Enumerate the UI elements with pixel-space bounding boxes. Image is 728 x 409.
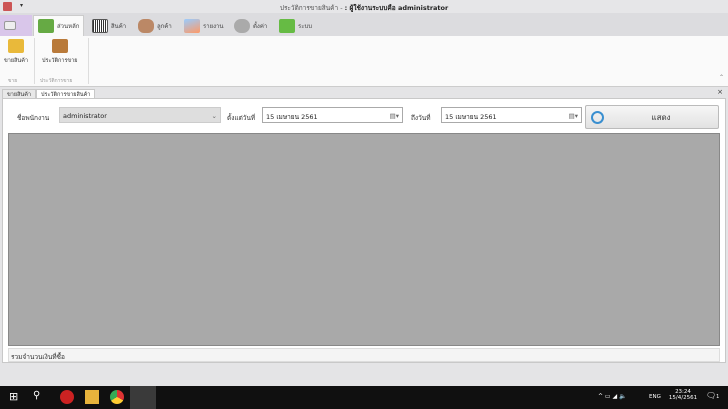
search-icon[interactable]: ⚲ bbox=[33, 390, 47, 404]
to-date-label: ถึงวันที่ bbox=[411, 114, 431, 122]
tab-label: ส่วนหลัก bbox=[57, 23, 80, 30]
tab-label: รายงาน bbox=[203, 22, 224, 30]
search-icon bbox=[591, 110, 604, 124]
title-user: : ผู้ใช้งานระบบคือ administrator bbox=[344, 4, 449, 12]
tab-products[interactable]: สินค้า bbox=[88, 15, 130, 36]
barcode-icon bbox=[92, 18, 108, 33]
notification-count: 1 bbox=[716, 394, 720, 400]
show-button-label: แสดง bbox=[651, 112, 671, 122]
tab-customers[interactable]: ลูกค้า bbox=[134, 15, 176, 36]
tab-label: ลูกค้า bbox=[157, 22, 172, 30]
chevron-down-icon: ⌄ bbox=[211, 112, 217, 120]
from-date-label: ตั้งแต่วันที่ bbox=[227, 114, 256, 122]
calendar-dropdown-icon: ▤▾ bbox=[389, 112, 399, 120]
sales-history-button[interactable]: ประวัติการขาย bbox=[42, 39, 78, 65]
ribbon-tabs: ส่วนหลัก สินค้า ลูกค้า รายงาน ตั้งค่า ระ… bbox=[0, 13, 728, 36]
to-date-value: 15 เมษายน 2561 bbox=[445, 113, 497, 121]
group-divider bbox=[34, 38, 35, 84]
tab-reports[interactable]: รายงาน bbox=[180, 15, 228, 36]
group-label: ขาย bbox=[8, 78, 18, 84]
employee-value: administrator bbox=[63, 112, 107, 120]
sales-grid[interactable] bbox=[8, 133, 720, 346]
title-bar: ▾ ประวัติการขายสินค้า - : ผู้ใช้งานระบบค… bbox=[0, 0, 728, 13]
button-label: ประวัติการขาย bbox=[42, 58, 78, 64]
from-date-value: 15 เมษายน 2561 bbox=[266, 113, 318, 121]
app-menu-button[interactable] bbox=[0, 15, 32, 36]
sales-history-panel: ชื่อพนักงาน administrator ⌄ ตั้งแต่วันที่… bbox=[2, 98, 726, 363]
customers-icon bbox=[138, 18, 154, 33]
cart-add-icon bbox=[7, 39, 24, 53]
tab-settings[interactable]: ตั้งค่า bbox=[230, 15, 271, 36]
windows-start-icon[interactable]: ⊞ bbox=[9, 390, 23, 404]
chrome-icon[interactable] bbox=[110, 390, 124, 404]
taskbar: ⊞ ⚲ ^ ▭ ◢ 🔈 ENG 23:24 15/4/2561 🗨1 bbox=[0, 386, 728, 409]
to-date-picker[interactable]: 15 เมษายน 2561 ▤▾ bbox=[441, 107, 582, 123]
history-book-icon bbox=[51, 39, 68, 53]
total-label: รวมจำนวนเงินที่ซื้อ bbox=[11, 353, 65, 361]
gear-icon bbox=[234, 18, 250, 33]
home-icon bbox=[38, 19, 54, 33]
file-explorer-icon[interactable] bbox=[85, 390, 99, 404]
notification-icon[interactable]: 🗨1 bbox=[706, 391, 719, 400]
employee-label: ชื่อพนักงาน bbox=[17, 114, 50, 122]
tab-main[interactable]: ส่วนหลัก bbox=[33, 15, 85, 36]
calendar-dropdown-icon: ▤▾ bbox=[568, 112, 578, 120]
from-date-picker[interactable]: 15 เมษายน 2561 ▤▾ bbox=[262, 107, 403, 123]
clock[interactable]: 23:24 15/4/2561 bbox=[665, 389, 701, 401]
sell-product-button[interactable]: ขายสินค้า bbox=[4, 39, 28, 65]
menu-icon bbox=[4, 21, 16, 30]
tab-label: ตั้งค่า bbox=[253, 22, 268, 30]
tab-label: สินค้า bbox=[111, 22, 127, 30]
tab-system[interactable]: ระบบ bbox=[275, 15, 316, 36]
show-button[interactable]: แสดง bbox=[585, 105, 719, 129]
group-divider bbox=[88, 38, 89, 84]
employee-select[interactable]: administrator ⌄ bbox=[59, 107, 221, 123]
language-indicator[interactable]: ENG bbox=[649, 394, 661, 400]
title-text: ประวัติการขายสินค้า - bbox=[279, 4, 345, 12]
tab-label: ระบบ bbox=[298, 22, 313, 30]
tray-icons[interactable]: ^ ▭ ◢ 🔈 bbox=[598, 393, 627, 400]
chart-icon bbox=[184, 18, 200, 33]
antivirus-icon[interactable] bbox=[60, 390, 74, 404]
pos-app-taskbar-button[interactable] bbox=[130, 386, 156, 409]
clock-date: 15/4/2561 bbox=[668, 395, 698, 401]
ribbon-panel: ขายสินค้า ประวัติการขาย ขาย ประวัติการขา… bbox=[0, 36, 728, 87]
total-footer: รวมจำนวนเงินที่ซื้อ bbox=[8, 348, 720, 362]
window-title: ประวัติการขายสินค้า - : ผู้ใช้งานระบบคือ… bbox=[0, 3, 728, 13]
network-icon bbox=[279, 18, 295, 33]
close-tab-icon[interactable]: × bbox=[717, 88, 723, 96]
button-label: ขายสินค้า bbox=[4, 58, 28, 64]
group-label: ประวัติการขาย bbox=[40, 78, 73, 84]
collapse-ribbon-icon[interactable]: ⌃ bbox=[719, 74, 724, 81]
